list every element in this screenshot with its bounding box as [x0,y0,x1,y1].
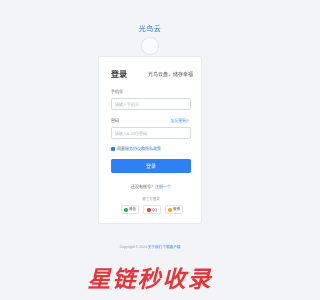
login-title: 登录 [111,70,127,79]
login-button[interactable]: 登录 [111,159,191,173]
agree-checkbox[interactable] [111,147,115,151]
download-link[interactable]: 下载客户端 [163,245,181,249]
forgot-password-link[interactable]: 忘记密码? [171,118,189,124]
card-header: 登录 光鸟云盘，储存幸福 [111,69,193,81]
login-card: 登录 光鸟云盘，储存幸福 手机号 密码 忘记密码? 同意 服务协议 和 隐私政策… [98,56,202,224]
weibo-icon [168,207,172,212]
phone-input[interactable] [111,98,191,110]
wechat-login-button[interactable]: 微信 [121,205,139,214]
copyright-text: Copyright © 2024 [119,245,147,249]
agree-prefix: 同意 [117,146,125,151]
agreement-row: 同意 服务协议 和 隐私政策 [111,146,161,152]
register-row: 还没有账号？注册一个 [99,184,203,190]
slogan-text: 光鸟云盘，储存幸福 [147,72,193,78]
qq-login-button[interactable]: QQ [143,205,161,214]
password-input[interactable] [111,127,191,139]
qq-icon [146,207,151,212]
wechat-label: 微信 [129,207,136,211]
weibo-login-button[interactable]: 微博 [165,205,183,214]
watermark-text: 星链秒收录 [87,267,213,293]
password-label: 密码 [111,118,119,123]
privacy-link[interactable]: 隐私政策 [145,146,161,152]
phone-label: 手机号 [111,89,123,94]
brand-header: 光鸟云 [0,24,300,55]
weibo-label: 微博 [173,207,180,211]
brand-logo-icon [141,37,159,55]
about-link[interactable]: 关于我们 [148,245,162,249]
register-link[interactable]: 注册一个 [155,184,171,189]
wechat-icon [124,207,128,212]
terms-link[interactable]: 服务协议 [125,146,141,152]
qq-label: QQ [151,207,158,212]
footer: Copyright © 2024 关于我们 下载客户端 [0,245,300,250]
brand-name: 光鸟云 [138,26,162,33]
third-party-divider: 第三方登录 [142,197,160,201]
register-prompt: 还没有账号？ [131,184,155,189]
social-login-group: 微信 QQ 微博 [121,205,183,214]
